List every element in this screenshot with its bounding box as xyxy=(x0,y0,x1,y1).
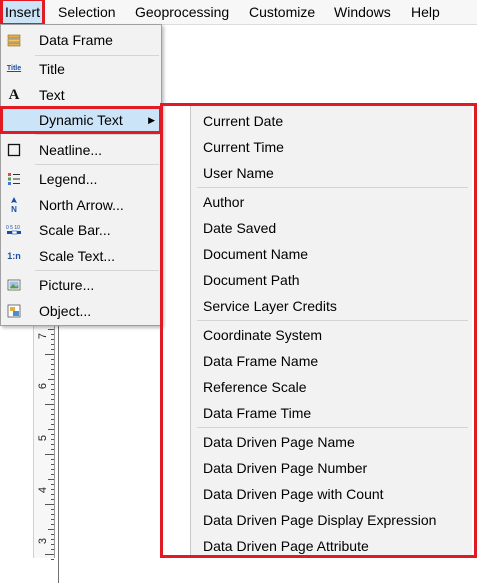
ruler-tick xyxy=(51,394,54,395)
menu-item-text[interactable]: A Text xyxy=(1,82,161,108)
dynamic-text-submenu: Current Date Current Time User Name Auth… xyxy=(160,103,477,558)
ruler-tick xyxy=(48,429,54,430)
ruler-tick xyxy=(51,469,54,470)
menu-item-scale-bar[interactable]: 0 5 10 Scale Bar... xyxy=(1,217,161,243)
ruler-tick xyxy=(51,349,54,350)
ruler-tick xyxy=(48,529,54,530)
ruler-tick xyxy=(51,399,54,400)
ruler-tick xyxy=(45,454,54,455)
ruler-tick xyxy=(51,549,54,550)
menu-help[interactable]: Help xyxy=(406,0,445,24)
menu-separator xyxy=(35,270,159,271)
menu-item-data-frame[interactable]: Data Frame xyxy=(1,27,161,53)
insert-menu-dropdown: Data Frame Title Title A Text Dynamic Te… xyxy=(0,24,162,326)
menu-windows[interactable]: Windows xyxy=(329,0,396,24)
text-icon: A xyxy=(8,87,20,103)
menu-item-legend[interactable]: Legend... xyxy=(1,166,161,192)
ruler-tick xyxy=(51,389,54,390)
north-arrow-icon: N xyxy=(5,196,23,214)
ruler-tick xyxy=(51,359,54,360)
ruler-tick xyxy=(51,334,54,335)
page-edge xyxy=(58,325,59,583)
menu-insert[interactable]: Insert xyxy=(0,0,46,26)
neatline-icon xyxy=(5,141,23,159)
data-frame-icon xyxy=(5,31,23,49)
ruler-tick xyxy=(51,444,54,445)
ruler-tick xyxy=(45,404,54,405)
ruler-tick xyxy=(51,339,54,340)
ruler-label: 7 xyxy=(37,332,49,340)
ruler-tick xyxy=(51,559,54,560)
menu-customize[interactable]: Customize xyxy=(244,0,320,24)
ruler-tick xyxy=(51,414,54,415)
ruler-tick xyxy=(51,344,54,345)
picture-icon xyxy=(5,276,23,294)
ruler-label: 4 xyxy=(37,486,49,494)
ruler-tick xyxy=(51,434,54,435)
ruler-tick xyxy=(51,509,54,510)
ruler-tick xyxy=(51,544,54,545)
ruler-tick xyxy=(51,539,54,540)
ruler-tick xyxy=(45,554,54,555)
ruler-tick xyxy=(48,379,54,380)
menu-geoprocessing[interactable]: Geoprocessing xyxy=(130,0,234,24)
ruler-tick xyxy=(45,354,54,355)
menu-item-north-arrow[interactable]: N North Arrow... xyxy=(1,192,161,218)
menu-separator xyxy=(35,134,159,135)
menu-item-dynamic-text[interactable]: Dynamic Text ▶ xyxy=(0,106,162,134)
object-icon xyxy=(5,302,23,320)
ruler-tick xyxy=(51,424,54,425)
submenu-arrow-icon: ▶ xyxy=(148,115,155,125)
title-icon: Title xyxy=(6,65,22,72)
ruler-label: 6 xyxy=(37,382,49,390)
menu-separator xyxy=(35,164,159,165)
ruler-tick xyxy=(51,369,54,370)
menu-item-scale-text[interactable]: 1:n Scale Text... xyxy=(1,243,161,269)
scale-bar-icon: 0 5 10 xyxy=(5,221,23,239)
ruler-label: 5 xyxy=(37,434,49,442)
ruler-tick xyxy=(51,489,54,490)
ruler-tick xyxy=(51,524,54,525)
ruler-tick xyxy=(51,419,54,420)
ruler-tick xyxy=(51,374,54,375)
ruler-tick xyxy=(51,499,54,500)
ruler-tick xyxy=(51,409,54,410)
ruler-tick xyxy=(48,329,54,330)
menubar: Insert Selection Geoprocessing Customize… xyxy=(0,0,477,26)
vertical-ruler: 7 6 5 4 3 xyxy=(33,300,55,560)
menu-selection[interactable]: Selection xyxy=(53,0,121,24)
ruler-tick xyxy=(51,474,54,475)
menu-item-picture[interactable]: Picture... xyxy=(1,272,161,298)
ruler-tick xyxy=(51,439,54,440)
svg-text:0 5 10: 0 5 10 xyxy=(6,225,20,231)
ruler-tick xyxy=(51,449,54,450)
ruler-label: 3 xyxy=(37,537,49,545)
menu-item-object[interactable]: Object... xyxy=(1,298,161,324)
ruler-tick xyxy=(51,514,54,515)
annotation-highlight-frame xyxy=(160,103,477,558)
ruler-tick xyxy=(51,494,54,495)
legend-icon xyxy=(5,170,23,188)
ruler-tick xyxy=(51,534,54,535)
menu-item-neatline[interactable]: Neatline... xyxy=(1,137,161,163)
ruler-tick xyxy=(48,479,54,480)
ruler-tick xyxy=(51,464,54,465)
ruler-tick xyxy=(51,484,54,485)
ruler-tick xyxy=(51,384,54,385)
ruler-tick xyxy=(51,459,54,460)
scale-text-icon: 1:n xyxy=(7,251,21,261)
svg-text:N: N xyxy=(11,205,17,213)
menu-item-title[interactable]: Title Title xyxy=(1,56,161,82)
ruler-tick xyxy=(51,364,54,365)
ruler-tick xyxy=(45,504,54,505)
ruler-tick xyxy=(51,519,54,520)
